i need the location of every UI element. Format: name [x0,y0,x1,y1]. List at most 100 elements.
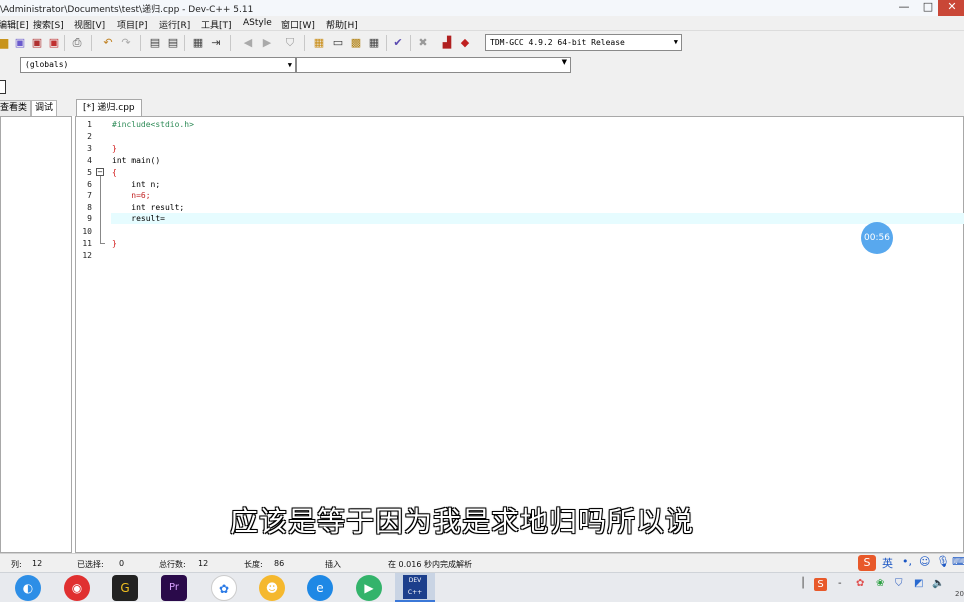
status-sel-label: 已选择: [77,560,104,569]
status-mode: 插入 [325,560,341,569]
keyboard-icon[interactable]: ⌨ [952,555,964,568]
find-icon[interactable]: ▤ [147,35,163,51]
scope-label: (globals) [25,60,69,69]
new-project-icon[interactable]: ▦ [311,35,327,51]
back-icon[interactable]: ◀ [240,35,256,51]
close-file-icon[interactable]: ▣ [46,35,62,51]
code-line: #include<stdio.h> [112,120,194,129]
status-sel: 0 [119,559,125,568]
replace-icon[interactable]: ▤ [165,35,181,51]
menu-bar: 编辑[E] 搜索[S] 视图[V] 项目[P] 运行[R] 工具[T] ASty… [0,16,964,31]
check-icon[interactable]: ✔ [390,35,406,51]
fold-toggle-icon[interactable]: − [96,168,104,176]
save-icon[interactable]: ▣ [12,35,28,51]
status-len: 86 [274,559,285,568]
scope-select[interactable]: (globals) ▼ [20,57,296,73]
print-icon[interactable]: ⎙ [69,35,85,51]
code-line: n=6; [112,191,151,200]
tray-divider: ┃ [800,578,807,589]
sogou-ime-icon[interactable]: S [858,555,876,571]
netease-music-app-icon[interactable]: ◉ [64,575,90,601]
line-number: 11 [82,239,92,248]
line-number: 8 [87,203,92,212]
tray-flower-icon[interactable]: ✿ [856,578,864,589]
tab-class-view[interactable]: 查看类 [0,100,32,116]
menu-edit[interactable]: 编辑[E] [0,18,29,31]
save-all-icon[interactable]: ▣ [29,35,45,51]
layout-icon[interactable]: ▩ [348,35,364,51]
tray-app-icon[interactable]: ◩ [914,578,923,589]
code-line: } [112,239,117,248]
baidu-netdisk-app-icon[interactable]: ✿ [211,575,237,601]
line-number: 9 [87,214,92,223]
redo-icon[interactable]: ↷ [118,35,134,51]
toolbar-separator [410,35,411,51]
toolbar-separator [64,35,65,51]
debug-icon[interactable]: ◆ [457,35,473,51]
indent-icon[interactable]: ⇥ [208,35,224,51]
goto-icon[interactable]: ▦ [190,35,206,51]
premiere-app-icon[interactable]: Pr [161,575,187,601]
mic-icon[interactable]: 🎙 [936,555,950,568]
code-editor[interactable] [75,116,964,553]
menu-astyle[interactable]: AStyle [243,18,272,28]
volume-icon[interactable]: 🔈 [932,578,944,589]
editor-tabs [72,98,964,116]
menu-window[interactable]: 窗口[W] [281,18,315,31]
chart-icon[interactable]: ▟ [439,35,455,51]
title-bar: \Administrator\Documents\test\递归.cpp - D… [0,0,964,16]
menu-project[interactable]: 项目[P] [117,18,147,31]
menu-run[interactable]: 运行[R] [159,18,190,31]
status-bar [0,553,964,572]
toolbar-separator [140,35,141,51]
bookmark-icon[interactable]: ⛉ [282,35,298,51]
menu-help[interactable]: 帮助[H] [326,18,358,31]
function-select[interactable]: ▼ [296,57,571,73]
code-line: } [112,144,117,153]
clock-fragment: 20 [955,590,964,598]
grid-icon[interactable]: ▦ [366,35,382,51]
tray-shield-icon[interactable]: ⛉ [895,578,903,589]
secondary-toolbar [0,77,964,98]
close-window-button[interactable]: ✕ [938,0,964,16]
browser-app-icon[interactable]: ◐ [15,575,41,601]
chevron-down-icon: ▼ [673,38,678,46]
ime-language[interactable]: 英 [882,555,893,571]
window-title: \Administrator\Documents\test\递归.cpp - D… [0,5,254,15]
menu-tools[interactable]: 工具[T] [201,18,232,31]
tab-file[interactable]: [*] 递归.cpp [76,99,142,116]
code-line: result= [112,214,165,223]
open-icon[interactable]: ▆ [0,35,12,51]
recording-timer[interactable]: 00:56 [861,222,893,254]
punctuation-icon[interactable]: •, [902,555,912,568]
status-total-label: 总行数: [159,560,186,569]
compiler-select[interactable]: TDM-GCC 4.9.2 64-bit Release ▼ [485,34,682,51]
edge-app-icon[interactable]: e [307,575,333,601]
status-col-label: 列: [11,560,22,569]
tray-leaf-icon[interactable]: ❀ [876,578,884,589]
fold-guide-end [100,243,105,244]
view-icon[interactable]: ▭ [330,35,346,51]
dev-cpp-taskbar-button[interactable]: DEV C++ [395,573,435,602]
code-line: int main() [112,156,161,165]
undo-icon[interactable]: ↶ [100,35,116,51]
video-app-icon[interactable]: ☻ [259,575,285,601]
toolbar-separator [386,35,387,51]
panel-toggle-icon[interactable] [0,80,6,94]
menu-search[interactable]: 搜索[S] [33,18,64,31]
emoji-icon[interactable]: ☺ [919,555,930,568]
toolbar-separator [91,35,92,51]
forward-icon[interactable]: ▶ [259,35,275,51]
line-number: 1 [87,120,92,129]
line-number: 10 [82,227,92,236]
media-player-app-icon[interactable]: ▶ [356,575,382,601]
dev-cpp-app-icon: DEV C++ [403,575,427,599]
toolbar-separator [184,35,185,51]
menu-view[interactable]: 视图[V] [74,18,105,31]
sogou-tray-icon[interactable]: S [814,578,827,591]
g-app-icon[interactable]: G [112,575,138,601]
current-line-highlight [111,213,964,224]
line-number: 4 [87,156,92,165]
cross-icon[interactable]: ✖ [415,35,431,51]
tab-debug[interactable]: 调试 [31,100,58,116]
